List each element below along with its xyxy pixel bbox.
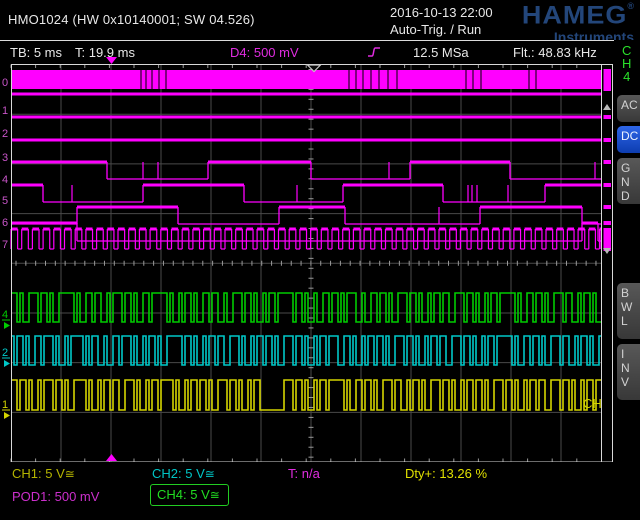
device-title: HMO1024 (HW 0x10140001; SW 04.526) bbox=[8, 12, 255, 27]
softkey-sidebar: C H 4 AC DC G N D B W L I N V bbox=[614, 40, 640, 462]
scroll-up-icon bbox=[603, 104, 611, 110]
trigger-position-marker-bottom bbox=[106, 454, 117, 461]
coupling-gnd-button[interactable]: G N D bbox=[617, 158, 640, 204]
trace-d4 bbox=[11, 185, 601, 202]
svg-text:5: 5 bbox=[2, 195, 8, 207]
pod1-readout: POD1: 500 mV bbox=[12, 489, 99, 504]
channel-readout-bar: CH1: 5 V≅ CH2: 5 V≅ T: n/a Dty+: 13.26 %… bbox=[0, 462, 640, 520]
oscilloscope-screen: HMO1024 (HW 0x10140001; SW 04.526) 2016-… bbox=[0, 0, 640, 520]
ch4-scale: CH4: 5 V bbox=[157, 487, 210, 502]
ch4-readout-selected[interactable]: CH4: 5 V≅ bbox=[150, 484, 229, 506]
svg-text:0: 0 bbox=[2, 77, 8, 89]
period-measurement: T: n/a bbox=[288, 466, 320, 481]
duty-cycle-measurement: Dty+: 13.26 % bbox=[405, 466, 487, 481]
sidebar-channel-label: C H 4 bbox=[622, 44, 631, 83]
datetime: 2016-10-13 22:00 bbox=[390, 5, 493, 20]
ch2-readout: CH2: 5 V≅ bbox=[152, 466, 215, 481]
brand-logo: HAMEG® Instruments bbox=[522, 2, 634, 44]
ch4-position-marker: 4 bbox=[2, 309, 8, 321]
svg-text:1: 1 bbox=[2, 105, 8, 117]
trace-d7 bbox=[11, 229, 601, 249]
scope-display: 4 2 1 0 1 2 3 4 5 6 7 CH1 bbox=[0, 52, 640, 462]
header-bar: HMO1024 (HW 0x10140001; SW 04.526) 2016-… bbox=[0, 0, 640, 40]
trace-d5 bbox=[11, 207, 601, 224]
brand-name: HAMEG bbox=[522, 3, 628, 28]
svg-text:7: 7 bbox=[2, 239, 8, 251]
trigger-status: Auto-Trig. / Run bbox=[390, 22, 481, 37]
ch1-position-marker: 1 bbox=[2, 399, 8, 411]
ch4-coupling-icon: ≅ bbox=[210, 488, 220, 502]
svg-text:2: 2 bbox=[2, 128, 8, 140]
virtual-screen-bar bbox=[603, 69, 611, 254]
svg-text:6: 6 bbox=[2, 217, 8, 229]
coupling-ac-button[interactable]: AC bbox=[617, 95, 640, 122]
ch2-scale: CH2: 5 V bbox=[152, 466, 205, 481]
bandwidth-limit-button[interactable]: B W L bbox=[617, 283, 640, 339]
ch1-scale: CH1: 5 V bbox=[12, 466, 65, 481]
coupling-dc-button[interactable]: DC bbox=[617, 126, 640, 153]
ch1-readout: CH1: 5 V≅ bbox=[12, 466, 75, 481]
trace-d0 bbox=[11, 70, 601, 94]
ch2-coupling-icon: ≅ bbox=[205, 467, 215, 481]
ch2-position-marker: 2 bbox=[2, 347, 8, 359]
svg-text:4: 4 bbox=[2, 174, 8, 186]
invert-button[interactable]: I N V bbox=[617, 344, 640, 400]
trigger-position-marker-top bbox=[106, 57, 117, 64]
ch1-overlay-label: CH1 bbox=[583, 396, 609, 411]
registered-mark: ® bbox=[627, 1, 634, 11]
pod-bit-labels: 0 1 2 3 4 5 6 7 bbox=[2, 77, 8, 251]
ch1-coupling-icon: ≅ bbox=[65, 467, 75, 481]
svg-text:3: 3 bbox=[2, 152, 8, 164]
trace-d3 bbox=[11, 162, 601, 179]
